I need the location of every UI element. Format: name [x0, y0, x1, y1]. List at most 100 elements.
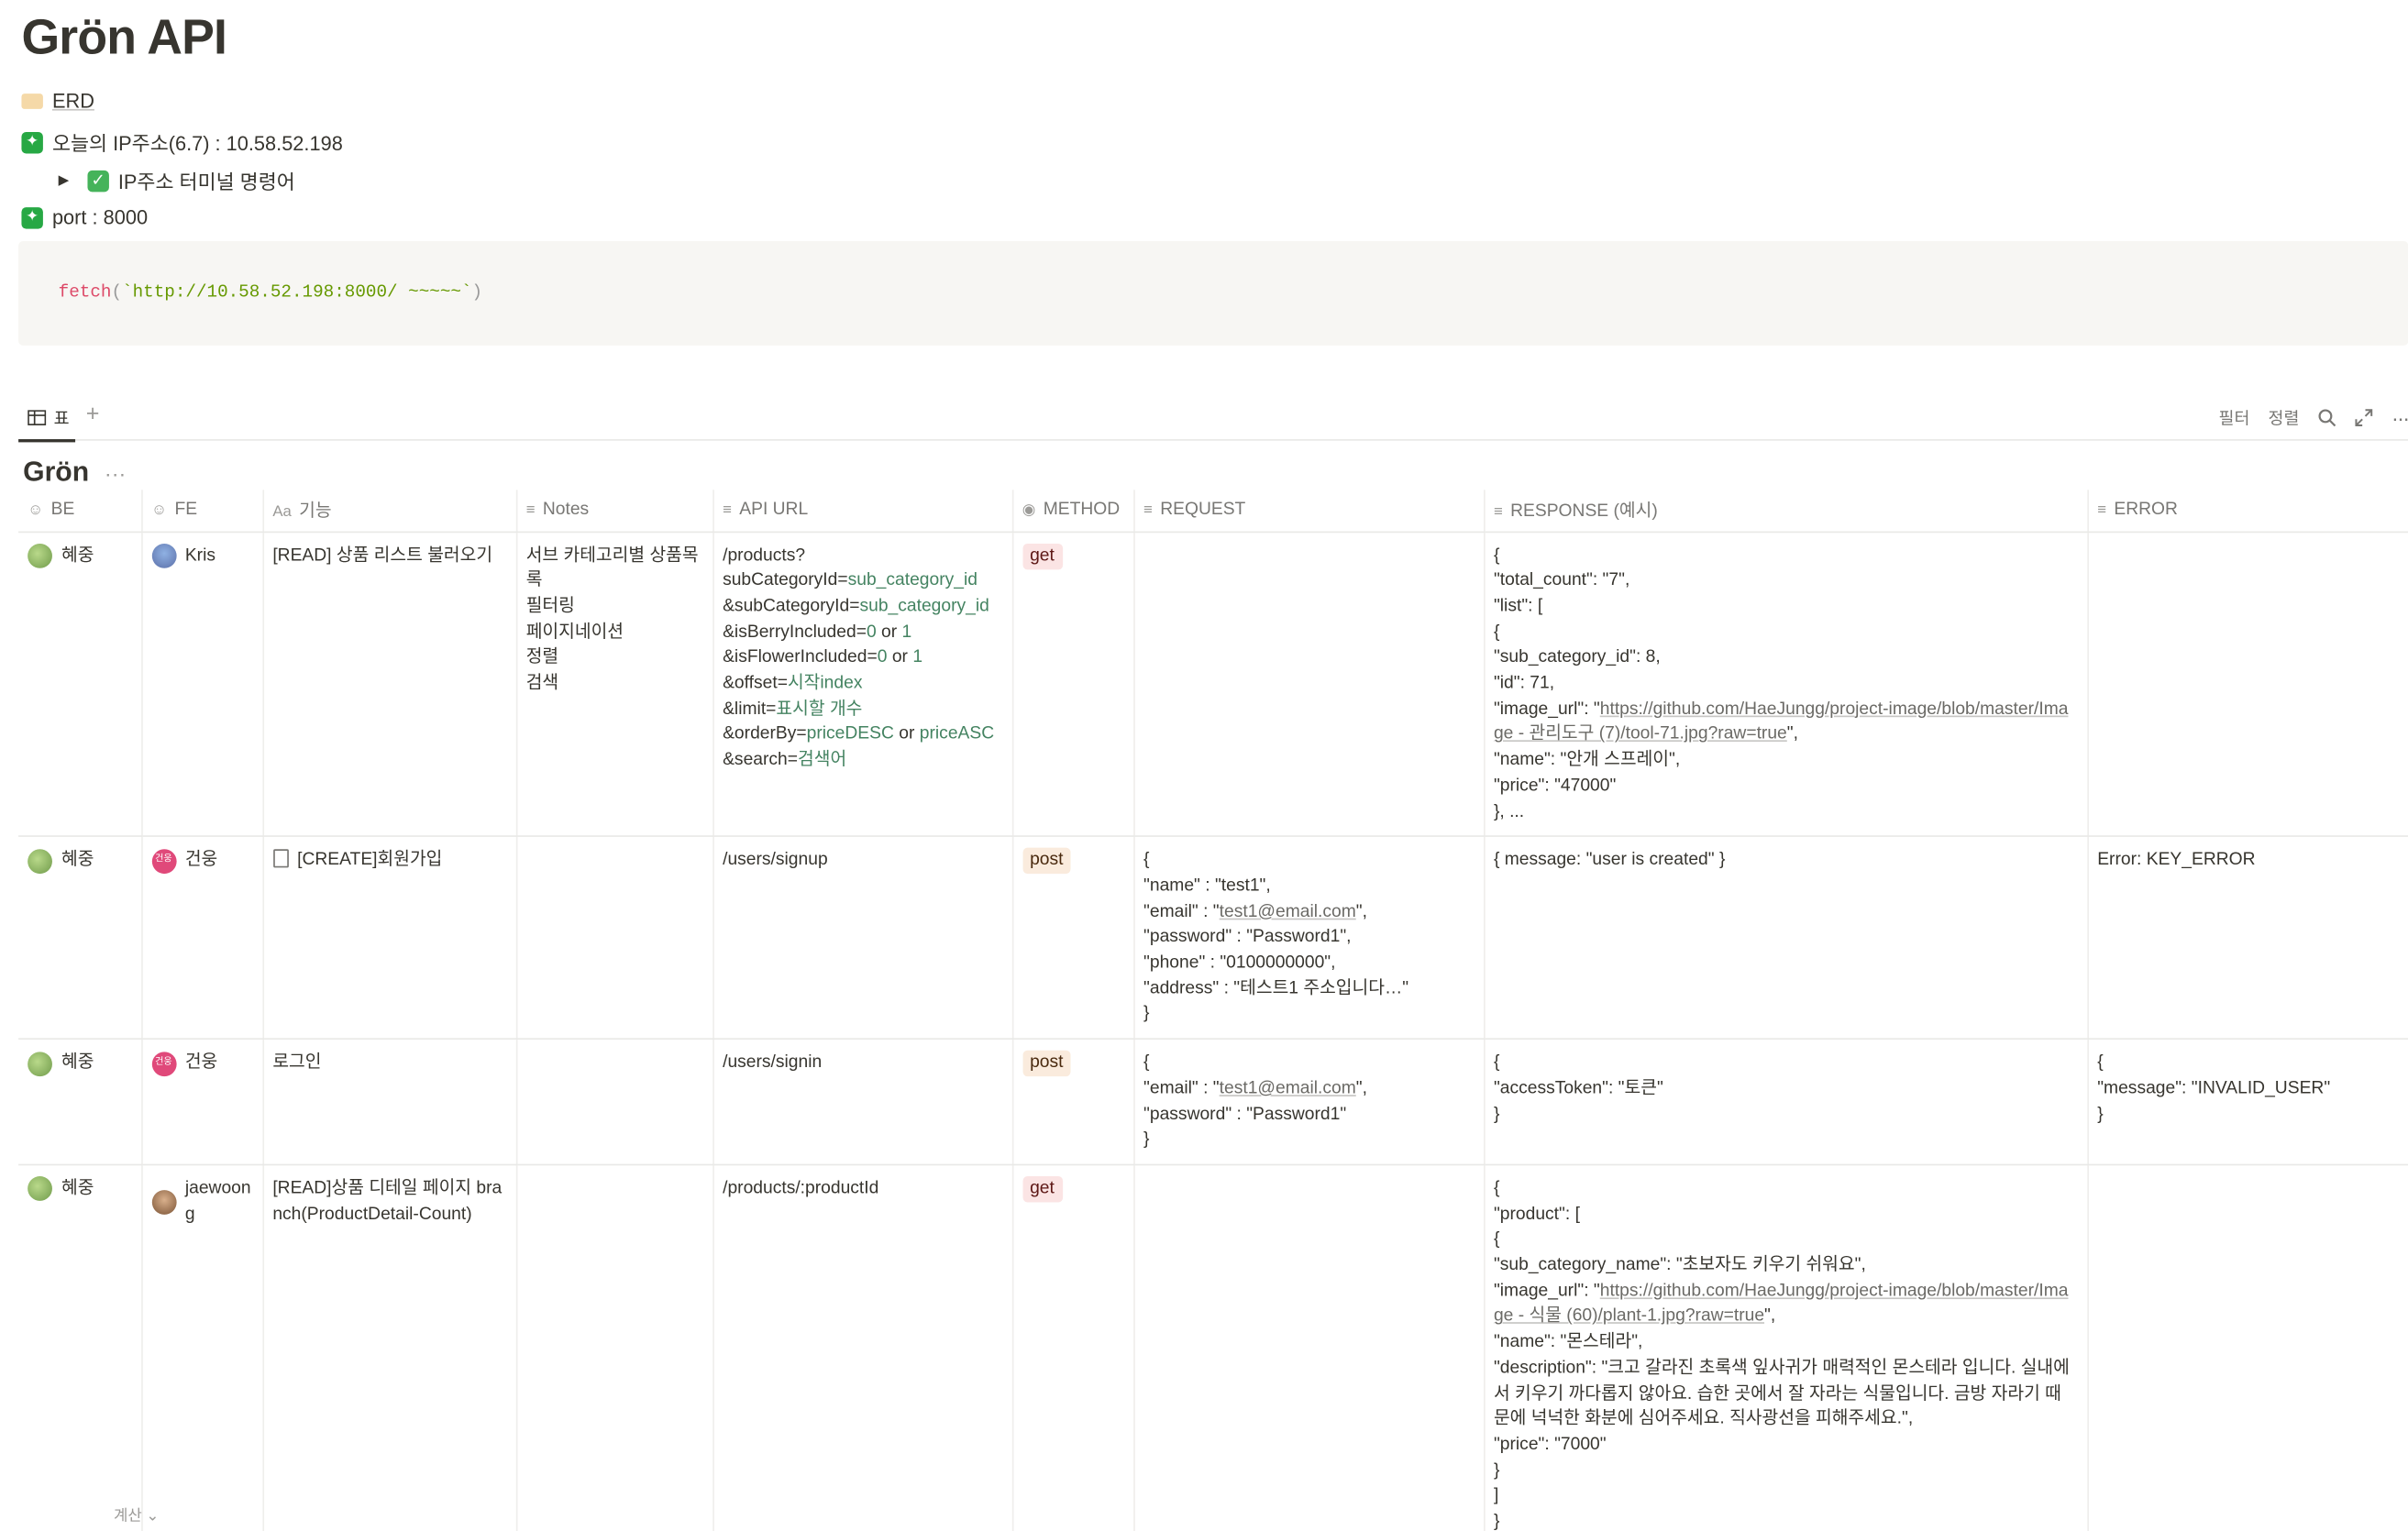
- text-span: {: [1493, 1230, 1500, 1250]
- cell-response[interactable]: {"accessToken": "토큰"}: [1484, 1039, 2089, 1166]
- person-chip[interactable]: jaewoong: [150, 1176, 253, 1228]
- cell-error[interactable]: [2087, 531, 2408, 838]
- cell-feature[interactable]: [READ]상품 디테일 페이지 branch(ProductDetail-Co…: [262, 1164, 517, 1531]
- cell-fe[interactable]: jaewoong: [141, 1164, 264, 1531]
- column-header-label: 기능: [299, 502, 332, 522]
- text-line: "sub_category_name": "초보자도 키우기 쉬워요",: [1494, 1253, 2078, 1279]
- cell-request[interactable]: [1133, 1164, 1485, 1531]
- add-view-icon[interactable]: +: [86, 401, 100, 426]
- person-icon: ☺: [28, 502, 44, 520]
- column-header-request[interactable]: ≡ REQUEST: [1133, 490, 1485, 533]
- calculate-button[interactable]: 계산 ⌄: [114, 1502, 160, 1525]
- cell-fe[interactable]: 건웅 건웅: [141, 1039, 264, 1166]
- person-name: 건웅: [184, 1053, 218, 1073]
- url-line: &subCategoryId=sub_category_id: [723, 594, 1002, 620]
- text-span: "sub_category_id": 8,: [1493, 648, 1661, 667]
- ip-toggle[interactable]: ▶ ✓ IP주소 터미널 명령어: [59, 166, 295, 195]
- search-icon[interactable]: [2318, 409, 2336, 427]
- cell-api-url[interactable]: /products/:productId: [712, 1164, 1013, 1531]
- table-row[interactable]: 혜중 건웅 건웅 [CREATE]회원가입/users/signup post {"nam…: [18, 836, 2408, 1041]
- cell-api-url[interactable]: /users/signin: [712, 1039, 1013, 1166]
- api-table: ☺ BE ☺ FE Aa 기능 ≡ Notes ≡ API URL ◉ METHOD ≡ REQUEST ≡…: [18, 490, 2408, 1531]
- expand-icon[interactable]: [2355, 409, 2373, 427]
- person-chip[interactable]: 건웅 건웅: [150, 848, 253, 874]
- cell-feature[interactable]: [CREATE]회원가입: [262, 836, 517, 1041]
- text-span: {: [1493, 622, 1500, 642]
- avatar: [28, 1176, 52, 1202]
- tab-table-label: 표: [53, 410, 70, 429]
- column-header-error[interactable]: ≡ ERROR: [2087, 490, 2408, 533]
- toggle-triangle-icon[interactable]: ▶: [59, 172, 70, 189]
- cell-notes[interactable]: 서브 카테고리별 상품목록 필터링 페이지네이션 정렬 검색: [515, 531, 714, 838]
- cell-be[interactable]: 혜중: [18, 1039, 142, 1166]
- cell-be[interactable]: 혜중: [18, 1164, 142, 1531]
- column-header-method[interactable]: ◉ METHOD: [1011, 490, 1134, 533]
- cell-api-url[interactable]: /products? subCategoryId=sub_category_id &…: [712, 531, 1013, 838]
- filter-button[interactable]: 필터: [2219, 405, 2250, 430]
- text-line: }: [1494, 1459, 2078, 1484]
- person-chip[interactable]: 혜중: [28, 543, 131, 568]
- table-row[interactable]: 혜중 Kris [READ] 상품 리스트 불러오기 서브 카테고리별 상품목록 필터링…: [18, 531, 2408, 838]
- cell-response[interactable]: {"product": [{"sub_category_name": "초보자도…: [1484, 1164, 2089, 1531]
- erd-link-row[interactable]: ERD: [21, 89, 94, 112]
- sort-button[interactable]: 정렬: [2269, 405, 2300, 430]
- text-line: "phone" : "0100000000",: [1143, 951, 1474, 976]
- cell-feature[interactable]: 로그인: [262, 1039, 517, 1166]
- cell-notes[interactable]: [515, 1039, 714, 1166]
- text-span: "name" : "test1",: [1143, 876, 1271, 896]
- cell-error[interactable]: Error: KEY_ERROR: [2087, 836, 2408, 1041]
- text-line: "accessToken": "토큰": [1494, 1076, 2078, 1102]
- cell-feature[interactable]: [READ] 상품 리스트 불러오기: [262, 531, 517, 838]
- cell-error[interactable]: [2087, 1164, 2408, 1531]
- cell-response[interactable]: {"total_count": "7", "list": [{"sub_categ…: [1484, 531, 2089, 838]
- text-span: }: [1493, 1105, 1500, 1124]
- table-row[interactable]: 혜중 건웅 건웅 로그인/users/signin post {"email" : "te…: [18, 1039, 2408, 1166]
- cell-fe[interactable]: 건웅 건웅: [141, 836, 264, 1041]
- person-chip[interactable]: 건웅 건웅: [150, 1051, 253, 1076]
- cell-method[interactable]: post: [1011, 836, 1134, 1041]
- cell-method[interactable]: get: [1011, 1164, 1134, 1531]
- text-line: }: [1143, 1128, 1474, 1153]
- note-line: 페이지네이션: [525, 622, 624, 642]
- person-name: 혜중: [61, 851, 94, 870]
- more-options-icon[interactable]: ···: [2391, 405, 2408, 430]
- cell-method[interactable]: post: [1011, 1039, 1134, 1166]
- text-line: ",: [1355, 1079, 1367, 1098]
- cell-response[interactable]: { message: "user is created" }: [1484, 836, 2089, 1041]
- column-header-label: METHOD: [1043, 501, 1121, 520]
- column-header-response[interactable]: ≡ RESPONSE (예시): [1484, 490, 2089, 533]
- cell-request[interactable]: [1133, 531, 1485, 838]
- cell-method[interactable]: get: [1011, 531, 1134, 838]
- column-header-fe[interactable]: ☺ FE: [141, 490, 264, 533]
- person-chip[interactable]: 혜중: [28, 1176, 131, 1202]
- cell-api-url[interactable]: /users/signup: [712, 836, 1013, 1041]
- database-more-icon[interactable]: ···: [105, 460, 126, 485]
- note-line: 필터링: [525, 597, 575, 616]
- column-header-notes[interactable]: ≡ Notes: [515, 490, 714, 533]
- cell-fe[interactable]: Kris: [141, 531, 264, 838]
- cell-request[interactable]: {"name" : "test1", "email" : "test1@email…: [1133, 836, 1485, 1041]
- ip-callout: ✦ 오늘의 IP주소(6.7) : 10.58.52.198: [21, 127, 343, 157]
- tab-table[interactable]: 표: [18, 405, 76, 443]
- text-span: }: [1493, 1513, 1500, 1531]
- column-header-label: RESPONSE (예시): [1510, 502, 1658, 522]
- table-row[interactable]: 혜중 jaewoong [READ]상품 디테일 페이지 branch(Produc…: [18, 1164, 2408, 1531]
- cell-notes[interactable]: [515, 836, 714, 1041]
- person-chip[interactable]: 혜중: [28, 848, 131, 874]
- check-icon: ✓: [87, 170, 109, 192]
- method-badge: post: [1022, 1050, 1071, 1077]
- column-header-feature[interactable]: Aa 기능: [262, 490, 517, 533]
- cell-be[interactable]: 혜중: [18, 836, 142, 1041]
- person-chip[interactable]: Kris: [150, 543, 253, 568]
- column-header-label: API URL: [739, 501, 809, 520]
- database-title[interactable]: Grön: [23, 456, 89, 488]
- cell-notes[interactable]: [515, 1164, 714, 1531]
- code-block[interactable]: fetch(`http://10.58.52.198:8000/ ~~~~~`): [18, 240, 2408, 346]
- erd-link[interactable]: ERD: [52, 89, 94, 112]
- column-header-be[interactable]: ☺ BE: [18, 490, 142, 533]
- cell-request[interactable]: {"email" : "test1@email.com", "password" …: [1133, 1039, 1485, 1166]
- cell-error[interactable]: {"message": "INVALID_USER"}: [2087, 1039, 2408, 1166]
- cell-be[interactable]: 혜중: [18, 531, 142, 838]
- person-chip[interactable]: 혜중: [28, 1051, 131, 1076]
- column-header-api_url[interactable]: ≡ API URL: [712, 490, 1013, 533]
